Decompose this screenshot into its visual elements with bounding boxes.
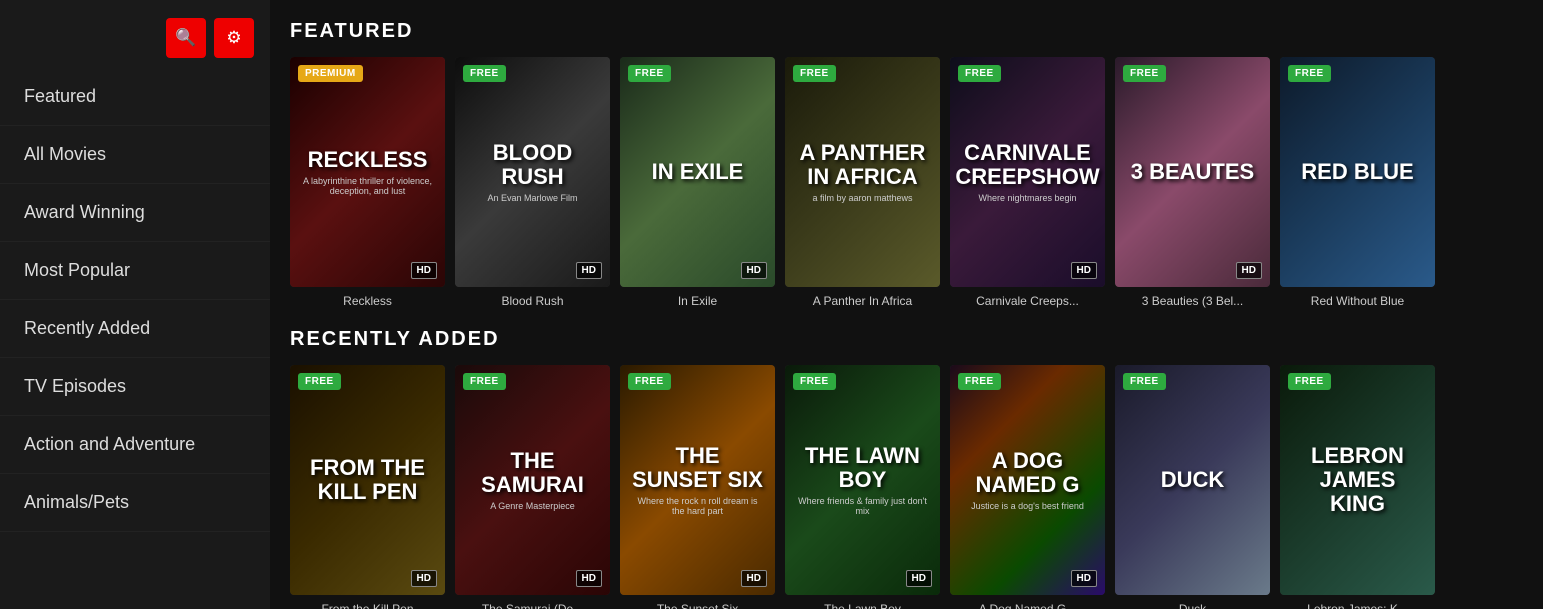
section-title-featured: FEATURED bbox=[290, 20, 1523, 43]
section-recently-added: RECENTLY ADDED FROM THE KILL PEN FREE HD Fro… bbox=[290, 328, 1523, 609]
movie-title-in-exile: In Exile bbox=[620, 294, 775, 308]
section-title-recently-added: RECENTLY ADDED bbox=[290, 328, 1523, 351]
movie-card-duck[interactable]: DUCK FREE Duck bbox=[1115, 365, 1270, 609]
poster-big-text-duck: DUCK bbox=[1161, 468, 1225, 492]
hd-badge-lawn-boy: HD bbox=[906, 570, 932, 587]
badge-dog-named: FREE bbox=[958, 373, 1001, 390]
movie-card-blood-rush[interactable]: BLOOD RUSH An Evan Marlowe Film FREE HD Bloo… bbox=[455, 57, 610, 308]
poster-small-text-samurai: A Genre Masterpiece bbox=[490, 501, 575, 511]
movie-card-lawn-boy[interactable]: THE LAWN BOY Where friends & family just … bbox=[785, 365, 940, 609]
movie-card-in-exile[interactable]: IN EXILE FREE HD In Exile bbox=[620, 57, 775, 308]
movie-title-reckless: Reckless bbox=[290, 294, 445, 308]
badge-lebron: FREE bbox=[1288, 373, 1331, 390]
movie-title-red-blue: Red Without Blue bbox=[1280, 294, 1435, 308]
poster-big-text-sunset-six: THE SUNSET SIX bbox=[630, 444, 765, 492]
main-nav: FeaturedAll MoviesAward WinningMost Popu… bbox=[0, 68, 270, 532]
badge-in-exile: FREE bbox=[628, 65, 671, 82]
badge-duck: FREE bbox=[1123, 373, 1166, 390]
poster-small-text-carnivale: Where nightmares begin bbox=[978, 193, 1076, 203]
movie-title-duck: Duck bbox=[1115, 602, 1270, 609]
sidebar-item-award-winning[interactable]: Award Winning bbox=[0, 184, 270, 242]
poster-small-text-reckless: A labyrinthine thriller of violence, dec… bbox=[300, 176, 435, 196]
movie-card-panther-africa[interactable]: A PANTHER IN AFRICA a film by aaron matth… bbox=[785, 57, 940, 308]
poster-big-text-lebron: LEBRON JAMES KING bbox=[1290, 444, 1425, 517]
badge-panther-africa: FREE bbox=[793, 65, 836, 82]
badge-blood-rush: FREE bbox=[463, 65, 506, 82]
poster-big-text-dog-named: A DOG NAMED G bbox=[960, 449, 1095, 497]
badge-3beauties: FREE bbox=[1123, 65, 1166, 82]
sidebar-item-all-movies[interactable]: All Movies bbox=[0, 126, 270, 184]
poster-small-text-sunset-six: Where the rock n roll dream is the hard … bbox=[630, 496, 765, 516]
search-button[interactable]: 🔍 bbox=[166, 18, 206, 58]
movie-title-sunset-six: The Sunset Six bbox=[620, 602, 775, 609]
badge-kill-pen: FREE bbox=[298, 373, 341, 390]
movie-title-dog-named: A Dog Named G... bbox=[950, 602, 1105, 609]
settings-button[interactable]: ⚙ bbox=[214, 18, 254, 58]
sidebar-header: 🔍 ⚙ bbox=[0, 0, 270, 68]
section-featured: FEATURED RECKLESS A labyrinthine thriller … bbox=[290, 20, 1523, 308]
sidebar-item-action-adventure[interactable]: Action and Adventure bbox=[0, 416, 270, 474]
sidebar-item-recently-added[interactable]: Recently Added bbox=[0, 300, 270, 358]
badge-red-blue: FREE bbox=[1288, 65, 1331, 82]
movie-title-samurai: The Samurai (De... bbox=[455, 602, 610, 609]
movie-card-kill-pen[interactable]: FROM THE KILL PEN FREE HD From the Kill Pen bbox=[290, 365, 445, 609]
badge-reckless: PREMIUM bbox=[298, 65, 363, 82]
movie-card-dog-named[interactable]: A DOG NAMED G Justice is a dog's best fri… bbox=[950, 365, 1105, 609]
movies-grid-recently-added: FROM THE KILL PEN FREE HD From the Kill Pen… bbox=[290, 365, 1523, 609]
poster-big-text-blood-rush: BLOOD RUSH bbox=[465, 141, 600, 189]
movie-card-samurai[interactable]: THE SAMURAI A Genre Masterpiece FREE HD The … bbox=[455, 365, 610, 609]
poster-small-text-blood-rush: An Evan Marlowe Film bbox=[487, 193, 577, 203]
poster-big-text-3beauties: 3 BEAUTES bbox=[1131, 160, 1254, 184]
movie-title-blood-rush: Blood Rush bbox=[455, 294, 610, 308]
badge-samurai: FREE bbox=[463, 373, 506, 390]
badge-carnivale: FREE bbox=[958, 65, 1001, 82]
main-content: FEATURED RECKLESS A labyrinthine thriller … bbox=[270, 0, 1543, 609]
badge-sunset-six: FREE bbox=[628, 373, 671, 390]
hd-badge-blood-rush: HD bbox=[576, 262, 602, 279]
hd-badge-sunset-six: HD bbox=[741, 570, 767, 587]
poster-big-text-lawn-boy: THE LAWN BOY bbox=[795, 444, 930, 492]
poster-big-text-panther-africa: A PANTHER IN AFRICA bbox=[795, 141, 930, 189]
sidebar-icon-group: 🔍 ⚙ bbox=[166, 18, 254, 58]
movie-title-carnivale: Carnivale Creeps... bbox=[950, 294, 1105, 308]
movie-card-carnivale[interactable]: CARNIVALE CREEPSHOW Where nightmares begi… bbox=[950, 57, 1105, 308]
movie-title-kill-pen: From the Kill Pen bbox=[290, 602, 445, 609]
movie-title-lebron: Lebron James: K... bbox=[1280, 602, 1435, 609]
poster-big-text-samurai: THE SAMURAI bbox=[465, 449, 600, 497]
poster-big-text-carnivale: CARNIVALE CREEPSHOW bbox=[955, 141, 1099, 189]
movie-title-lawn-boy: The Lawn Boy bbox=[785, 602, 940, 609]
sidebar: 🔍 ⚙ FeaturedAll MoviesAward WinningMost … bbox=[0, 0, 270, 609]
poster-small-text-lawn-boy: Where friends & family just don't mix bbox=[795, 496, 930, 516]
movie-card-reckless[interactable]: RECKLESS A labyrinthine thriller of viole… bbox=[290, 57, 445, 308]
hd-badge-in-exile: HD bbox=[741, 262, 767, 279]
poster-big-text-red-blue: RED BLUE bbox=[1301, 160, 1413, 184]
hd-badge-carnivale: HD bbox=[1071, 262, 1097, 279]
sidebar-item-tv-episodes[interactable]: TV Episodes bbox=[0, 358, 270, 416]
movies-grid-featured: RECKLESS A labyrinthine thriller of viole… bbox=[290, 57, 1523, 308]
poster-small-text-panther-africa: a film by aaron matthews bbox=[812, 193, 912, 203]
poster-small-text-dog-named: Justice is a dog's best friend bbox=[971, 501, 1084, 511]
hd-badge-kill-pen: HD bbox=[411, 570, 437, 587]
sidebar-item-featured[interactable]: Featured bbox=[0, 68, 270, 126]
hd-badge-reckless: HD bbox=[411, 262, 437, 279]
movie-card-lebron[interactable]: LEBRON JAMES KING FREE Lebron James: K... bbox=[1280, 365, 1435, 609]
hd-badge-3beauties: HD bbox=[1236, 262, 1262, 279]
sidebar-item-most-popular[interactable]: Most Popular bbox=[0, 242, 270, 300]
hd-badge-samurai: HD bbox=[576, 570, 602, 587]
logo bbox=[16, 37, 20, 40]
poster-big-text-kill-pen: FROM THE KILL PEN bbox=[300, 456, 435, 504]
poster-big-text-reckless: RECKLESS bbox=[308, 148, 428, 172]
movie-card-3beauties[interactable]: 3 BEAUTES FREE HD 3 Beauties (3 Bel... bbox=[1115, 57, 1270, 308]
movie-card-sunset-six[interactable]: THE SUNSET SIX Where the rock n roll drea… bbox=[620, 365, 775, 609]
hd-badge-dog-named: HD bbox=[1071, 570, 1097, 587]
movie-title-panther-africa: A Panther In Africa bbox=[785, 294, 940, 308]
poster-big-text-in-exile: IN EXILE bbox=[652, 160, 744, 184]
sidebar-item-animals-pets[interactable]: Animals/Pets bbox=[0, 474, 270, 532]
movie-card-red-blue[interactable]: RED BLUE FREE Red Without Blue bbox=[1280, 57, 1435, 308]
movie-title-3beauties: 3 Beauties (3 Bel... bbox=[1115, 294, 1270, 308]
badge-lawn-boy: FREE bbox=[793, 373, 836, 390]
